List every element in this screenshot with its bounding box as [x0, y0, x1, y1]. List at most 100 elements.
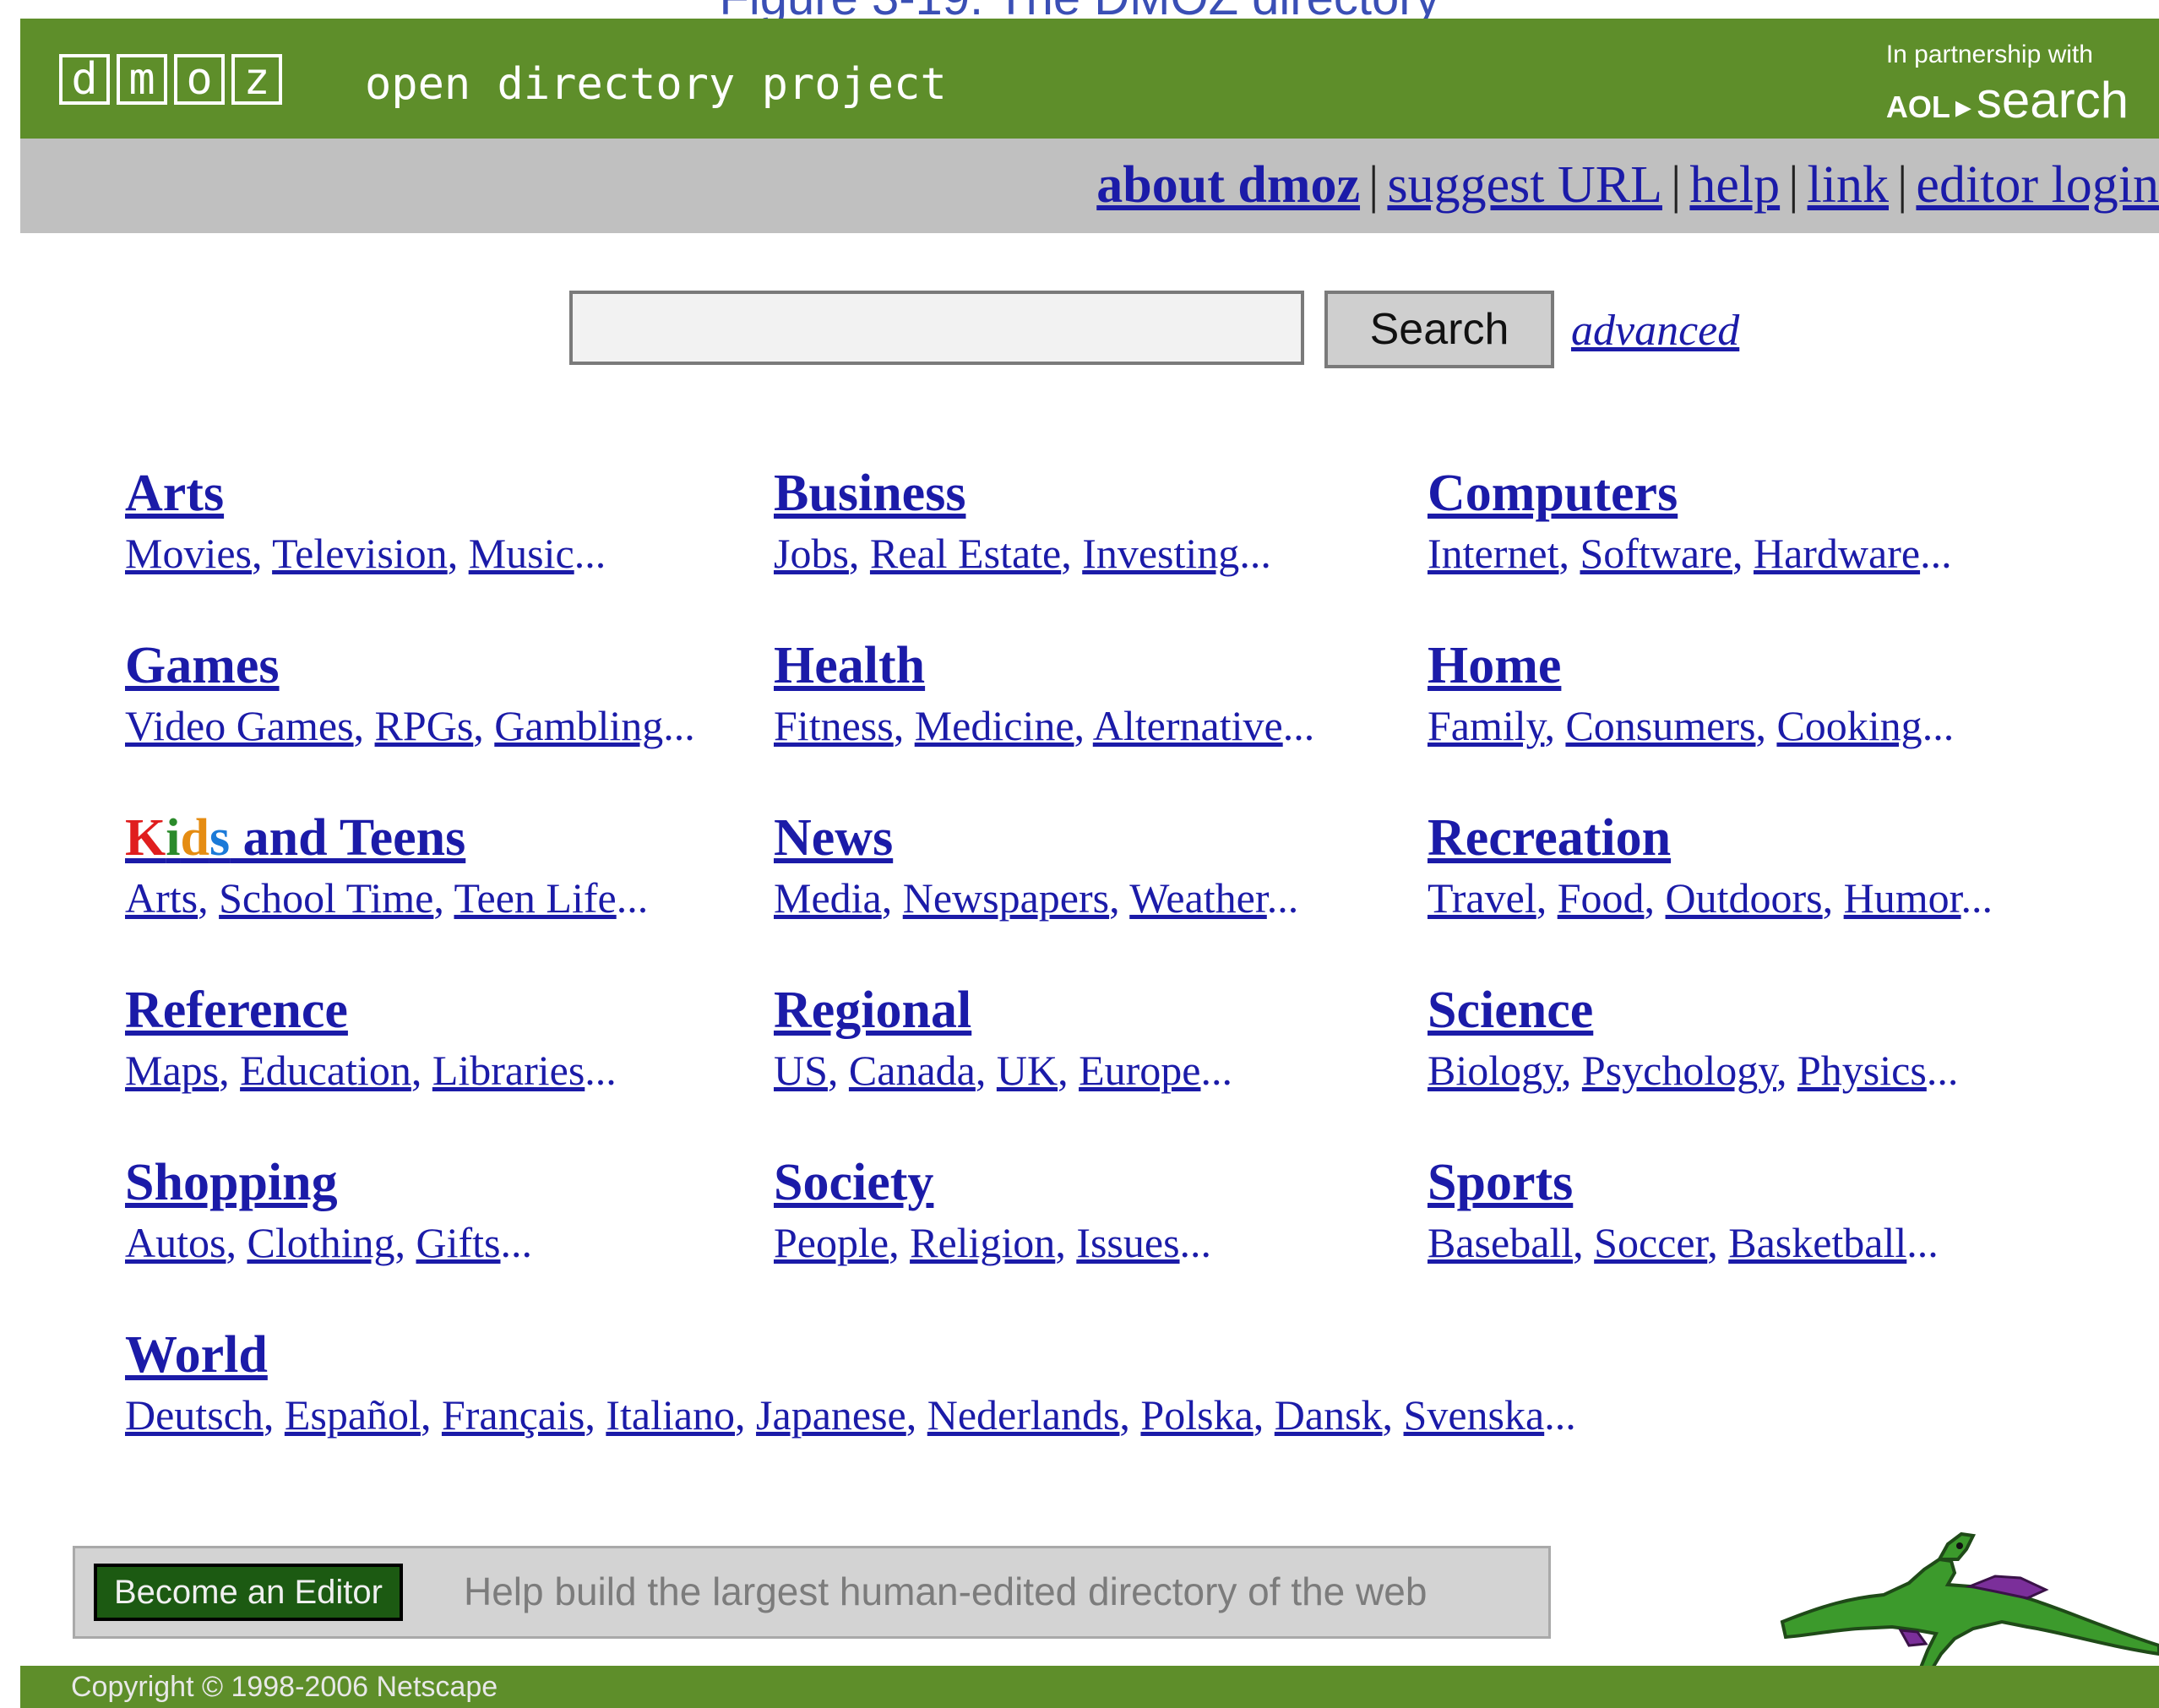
subcategory-link[interactable]: Television — [272, 530, 448, 577]
category-news: News Media, Newspapers, Weather... — [774, 809, 1416, 922]
search-input[interactable] — [569, 291, 1304, 365]
subcategory-link[interactable]: Physics — [1797, 1047, 1927, 1094]
logo-letter-o: o — [174, 54, 225, 105]
subcategory-link[interactable]: Weather — [1129, 874, 1267, 922]
comma-separator: , — [219, 1047, 241, 1095]
nav-suggest-url[interactable]: suggest URL — [1387, 156, 1662, 214]
subcategory-link[interactable]: Polska — [1140, 1391, 1253, 1439]
subcategory-link[interactable]: UK — [997, 1047, 1058, 1094]
comma-separator: , — [881, 874, 903, 922]
subcategory-link[interactable]: Teen Life — [454, 874, 616, 922]
subcategory-link[interactable]: Français — [442, 1391, 585, 1439]
subcategory-link[interactable]: Video Games — [125, 702, 354, 749]
subcategory-link[interactable]: Nederlands — [927, 1391, 1120, 1439]
category-title-kids-and-teens[interactable]: Kids and Teens — [125, 809, 767, 867]
subcategory-link[interactable]: Newspapers — [903, 874, 1109, 922]
subcategory-link[interactable]: Consumers — [1565, 702, 1755, 749]
subcategory-link[interactable]: Japanese — [756, 1391, 906, 1439]
subcategory-link[interactable]: Music — [469, 530, 574, 577]
subcategory-link[interactable]: Food — [1558, 874, 1645, 922]
subcategory-link[interactable]: Movies — [125, 530, 252, 577]
nav-help[interactable]: help — [1689, 156, 1780, 214]
subcategory-link[interactable]: Humor — [1844, 874, 1961, 922]
category-title-home[interactable]: Home — [1428, 637, 2069, 694]
advanced-search-link[interactable]: advanced — [1571, 306, 1739, 356]
ellipsis: ... — [1906, 1219, 1939, 1267]
logo-tagline: open directory project — [365, 59, 947, 110]
subcategory-link[interactable]: School Time — [219, 874, 433, 922]
nav-about-dmoz[interactable]: about dmoz — [1096, 156, 1360, 214]
category-title-science[interactable]: Science — [1428, 982, 2069, 1039]
category-title-recreation[interactable]: Recreation — [1428, 809, 2069, 867]
subcategory-link[interactable]: Libraries — [432, 1047, 585, 1094]
subcategory-link[interactable]: Español — [285, 1391, 421, 1439]
subcategory-link[interactable]: Internet — [1428, 530, 1558, 577]
subcategory-link[interactable]: Investing — [1082, 530, 1239, 577]
become-editor-button[interactable]: Become an Editor — [94, 1564, 403, 1621]
partner-badge[interactable]: In partnership with AOL ▸ search — [1886, 41, 2129, 129]
category-title-computers[interactable]: Computers — [1428, 465, 2069, 522]
subcategory-link[interactable]: Software — [1580, 530, 1732, 577]
subcategory-link[interactable]: Arts — [125, 874, 198, 922]
comma-separator: , — [252, 530, 273, 578]
nav-link[interactable]: link — [1808, 156, 1889, 214]
category-title-world[interactable]: World — [125, 1326, 1983, 1384]
category-arts: Arts Movies, Television, Music... — [125, 465, 767, 577]
ellipsis: ... — [1961, 874, 1993, 922]
comma-separator: , — [889, 1219, 911, 1267]
subcategory-link[interactable]: Cooking — [1776, 702, 1922, 749]
comma-separator: , — [1644, 874, 1666, 922]
subcategory-link[interactable]: Jobs — [774, 530, 849, 577]
subcategory-link[interactable]: Clothing — [247, 1219, 394, 1266]
subcategory-list: Baseball, Soccer, Basketball... — [1428, 1220, 2069, 1266]
comma-separator: , — [473, 702, 495, 750]
dmoz-logo[interactable]: d m o z — [59, 54, 282, 105]
subcategory-link[interactable]: Basketball — [1728, 1219, 1906, 1266]
subcategory-link[interactable]: Medicine — [915, 702, 1074, 749]
subcategory-link[interactable]: People — [774, 1219, 889, 1266]
subcategory-link[interactable]: Italiano — [606, 1391, 735, 1439]
comma-separator: , — [1253, 1391, 1275, 1439]
subcategory-link[interactable]: Gambling — [494, 702, 663, 749]
subcategory-link[interactable]: Outdoors — [1666, 874, 1823, 922]
subcategory-link[interactable]: RPGs — [375, 702, 474, 749]
subcategory-link[interactable]: Deutsch — [125, 1391, 264, 1439]
category-title-society[interactable]: Society — [774, 1154, 1416, 1211]
category-title-regional[interactable]: Regional — [774, 982, 1416, 1039]
subcategory-link[interactable]: Travel — [1428, 874, 1536, 922]
subcategory-link[interactable]: Maps — [125, 1047, 219, 1094]
category-title-reference[interactable]: Reference — [125, 982, 767, 1039]
subcategory-link[interactable]: Hardware — [1754, 530, 1920, 577]
nav-editor-login[interactable]: editor login — [1916, 156, 2159, 214]
category-title-games[interactable]: Games — [125, 637, 767, 694]
subcategory-link[interactable]: Europe — [1079, 1047, 1200, 1094]
subcategory-link[interactable]: Psychology — [1582, 1047, 1776, 1094]
category-title-arts[interactable]: Arts — [125, 465, 767, 522]
category-title-news[interactable]: News — [774, 809, 1416, 867]
subcategory-link[interactable]: Religion — [910, 1219, 1055, 1266]
category-title-business[interactable]: Business — [774, 465, 1416, 522]
subcategory-link[interactable]: Family — [1428, 702, 1544, 749]
category-title-sports[interactable]: Sports — [1428, 1154, 2069, 1211]
subcategory-link[interactable]: Fitness — [774, 702, 894, 749]
comma-separator: , — [1573, 1219, 1595, 1267]
category-title-health[interactable]: Health — [774, 637, 1416, 694]
subcategory-link[interactable]: Issues — [1076, 1219, 1179, 1266]
subcategory-link[interactable]: Media — [774, 874, 882, 922]
search-button[interactable]: Search — [1324, 291, 1554, 368]
subcategory-link[interactable]: Education — [240, 1047, 411, 1094]
ellipsis: ... — [1544, 1391, 1576, 1439]
subcategory-link[interactable]: Canada — [849, 1047, 976, 1094]
category-title-shopping[interactable]: Shopping — [125, 1154, 767, 1211]
subcategory-link[interactable]: US — [774, 1047, 828, 1094]
comma-separator: , — [735, 1391, 757, 1439]
subcategory-link[interactable]: Gifts — [416, 1219, 501, 1266]
subcategory-link[interactable]: Dansk — [1275, 1391, 1383, 1439]
subcategory-link[interactable]: Svenska — [1404, 1391, 1545, 1439]
subcategory-link[interactable]: Soccer — [1594, 1219, 1707, 1266]
subcategory-link[interactable]: Real Estate — [870, 530, 1061, 577]
subcategory-link[interactable]: Alternative — [1093, 702, 1283, 749]
subcategory-link[interactable]: Baseball — [1428, 1219, 1573, 1266]
subcategory-link[interactable]: Biology — [1428, 1047, 1561, 1094]
subcategory-link[interactable]: Autos — [125, 1219, 226, 1266]
